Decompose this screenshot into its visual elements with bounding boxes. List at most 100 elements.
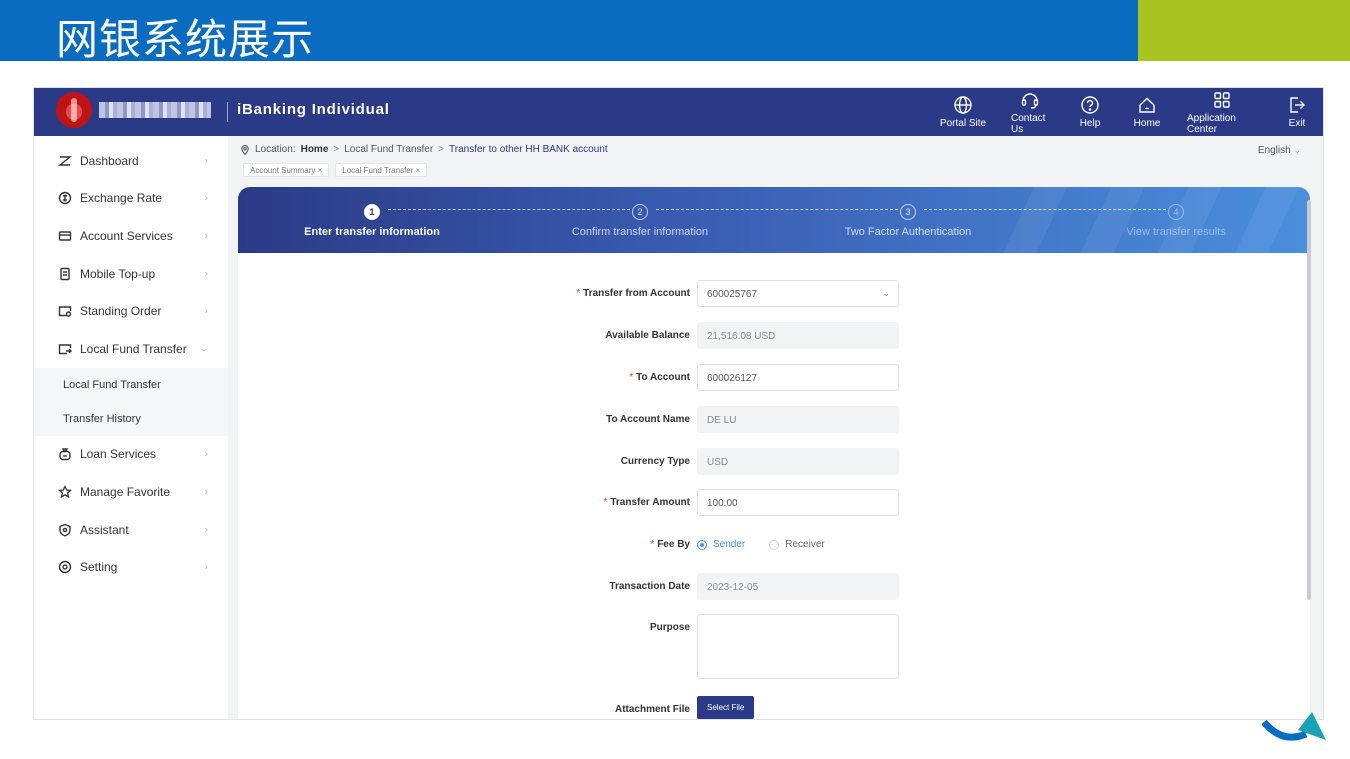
fee-by-radio-group: Sender Receiver [697, 539, 825, 550]
step-confirm-info: 2 Confirm transfer information [540, 202, 740, 238]
help-button[interactable]: Help [1061, 88, 1119, 136]
sidebar-item-label: Exchange Rate [80, 191, 163, 206]
contact-us-button[interactable]: Contact Us [999, 88, 1061, 136]
sidebar-item-dashboard[interactable]: Dashboard › [34, 142, 228, 180]
help-label: Help [1079, 118, 1101, 129]
row-fee-by: * Fee By Sender Receiver [238, 531, 1310, 559]
star-icon [58, 484, 72, 499]
row-attachment: Attachment File Select File [238, 696, 1310, 719]
breadcrumb-separator: > [438, 144, 445, 155]
headset-icon [1021, 92, 1039, 109]
chevron-right-icon: › [204, 305, 208, 317]
chevron-right-icon: › [204, 448, 208, 460]
globe-icon [954, 96, 972, 114]
slide-title: 网银系统展示 [56, 15, 315, 64]
to-account-name-field: DE LU [697, 406, 899, 433]
close-icon[interactable]: × [416, 166, 421, 175]
calendar-icon [58, 306, 72, 317]
attachment-label: Attachment File [614, 704, 690, 715]
breadcrumb-home-link[interactable]: Home [301, 144, 329, 155]
transfer-icon [58, 344, 72, 354]
to-account-name-label: To Account Name [606, 414, 690, 425]
sidebar: Dashboard › Exchange Rate › Account Serv… [34, 136, 228, 719]
purpose-textarea[interactable] [697, 614, 899, 679]
chevron-right-icon: › [204, 561, 208, 573]
sidebar-item-assistant[interactable]: Assistant › [34, 511, 228, 549]
transfer-amount-label: * Transfer Amount [603, 497, 690, 508]
tab-label: Local Fund Transfer [342, 166, 414, 175]
tab-account-summary[interactable]: Account Summary × [243, 163, 330, 177]
from-account-select[interactable]: 600025767 ⌄ [697, 280, 899, 307]
sidebar-item-label: Assistant [80, 522, 129, 537]
sidebar-item-account-services[interactable]: Account Services › [34, 217, 228, 255]
moneybag-icon [59, 448, 71, 461]
exit-button[interactable]: Exit [1269, 88, 1323, 136]
select-file-button[interactable]: Select File [697, 696, 755, 719]
to-account-label: * To Account [629, 372, 690, 383]
portal-site-button[interactable]: Portal Site [927, 88, 999, 136]
bank-name-obscured [99, 102, 211, 118]
chevron-right-icon: › [204, 524, 208, 536]
row-to-account-name: To Account Name DE LU [238, 406, 1310, 434]
close-icon[interactable]: × [318, 166, 323, 175]
chevron-right-icon: › [204, 486, 208, 498]
sidebar-item-mobile-top-up[interactable]: Mobile Top-up › [34, 255, 228, 293]
phone-icon [60, 267, 70, 280]
transaction-date-label: Transaction Date [609, 581, 690, 592]
open-tabs: Account Summary × Local Fund Transfer × [243, 163, 428, 177]
step-enter-info: 1 Enter transfer information [272, 202, 472, 238]
sidebar-item-setting[interactable]: Setting › [34, 548, 228, 586]
row-purpose: Purpose [238, 614, 1310, 679]
submenu-item-transfer-history[interactable]: Transfer History [34, 402, 228, 436]
application-center-button[interactable]: Application Center [1175, 88, 1269, 136]
portal-site-label: Portal Site [939, 118, 987, 129]
step-label: Confirm transfer information [571, 226, 709, 238]
fee-by-receiver-radio[interactable]: Receiver [769, 539, 825, 550]
header-divider [227, 102, 228, 122]
ibanking-window: iBanking Individual Portal Site Contact … [33, 87, 1324, 720]
sidebar-item-standing-order[interactable]: Standing Order › [34, 292, 228, 330]
home-label: Home [1133, 118, 1161, 129]
purpose-label: Purpose [649, 622, 690, 633]
breadcrumb: Location: Home > Local Fund Transfer > T… [240, 144, 608, 155]
step-number: 1 [364, 204, 380, 220]
home-button[interactable]: Home [1119, 88, 1175, 136]
location-pin-icon [241, 144, 249, 155]
breadcrumb-prefix: Location: [255, 144, 296, 155]
fee-by-label: * Fee By [650, 539, 690, 550]
banner-accent-block [1138, 0, 1350, 61]
breadcrumb-level1-link[interactable]: Local Fund Transfer [344, 144, 433, 155]
radio-unchecked-icon [769, 539, 780, 550]
sidebar-item-exchange-rate[interactable]: Exchange Rate › [34, 180, 228, 218]
sidebar-item-loan-services[interactable]: Loan Services › [34, 436, 228, 474]
from-account-label: * Transfer from Account [576, 288, 690, 299]
currency-type-label: Currency Type [620, 456, 690, 467]
submenu-item-local-fund-transfer[interactable]: Local Fund Transfer [34, 368, 228, 402]
exchange-icon [58, 192, 72, 205]
row-transfer-amount: * Transfer Amount 100.00 [238, 489, 1310, 517]
gear-icon [58, 560, 72, 574]
progress-stepper: 1 Enter transfer information 2 Confirm t… [238, 187, 1310, 253]
breadcrumb-separator: > [333, 144, 340, 155]
sidebar-item-label: Local Fund Transfer [80, 341, 187, 356]
content-scrollbar[interactable] [1307, 200, 1311, 600]
language-selector[interactable]: English ⌄ [1258, 145, 1301, 156]
tab-local-fund-transfer[interactable]: Local Fund Transfer × [335, 163, 428, 177]
to-account-input[interactable]: 600026127 [697, 364, 899, 391]
transfer-amount-input[interactable]: 100.00 [697, 489, 899, 516]
step-number: 4 [1168, 204, 1184, 220]
sidebar-item-local-fund-transfer[interactable]: Local Fund Transfer ⌄ [34, 330, 228, 368]
sidebar-item-label: Standing Order [80, 304, 162, 319]
exit-label: Exit [1288, 118, 1306, 129]
product-title: iBanking Individual [237, 101, 390, 118]
chevron-right-icon: › [204, 268, 208, 280]
local-fund-transfer-submenu: Local Fund Transfer Transfer History [34, 367, 228, 436]
sidebar-item-manage-favorite[interactable]: Manage Favorite › [34, 473, 228, 511]
bank-logo-icon[interactable] [56, 92, 92, 128]
sidebar-item-label: Dashboard [80, 153, 139, 168]
currency-type-field: USD [697, 448, 899, 475]
fee-by-sender-radio[interactable]: Sender [697, 539, 745, 550]
step-number: 2 [632, 204, 648, 220]
home-icon [1139, 97, 1155, 113]
chevron-right-icon: › [204, 230, 208, 242]
